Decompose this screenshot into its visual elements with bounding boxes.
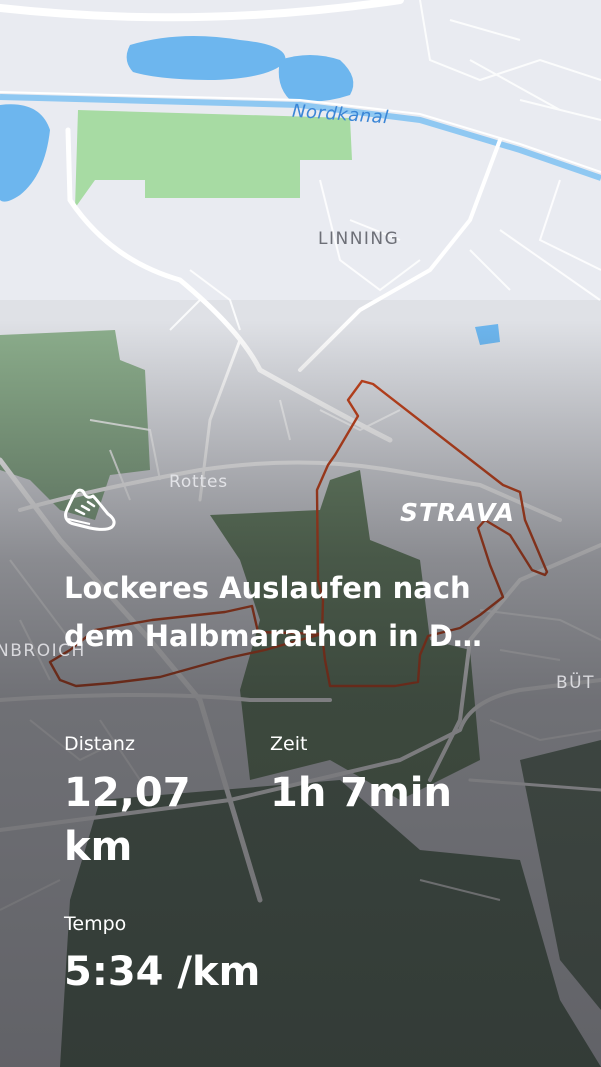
time-value: 1h 7min <box>270 770 452 816</box>
time-label: Zeit <box>270 733 308 755</box>
map-label-linning: LINNING <box>318 229 400 249</box>
pace-label: Tempo <box>64 913 127 935</box>
strava-logo: STRAVA <box>400 498 515 527</box>
activity-share-card: Nordkanal LINNING Rottes NBROICH BÜT STR… <box>0 0 601 1067</box>
activity-title: Lockeres Auslaufen nach dem Halbmarathon… <box>64 571 482 653</box>
distance-value: 12,07 km <box>64 770 191 870</box>
running-shoe-icon <box>64 488 116 531</box>
map-label-bu: BÜT <box>556 673 595 693</box>
distance-label: Distanz <box>64 733 135 755</box>
map-label-rottes: Rottes <box>169 472 228 492</box>
pace-value: 5:34 /km <box>64 949 261 995</box>
